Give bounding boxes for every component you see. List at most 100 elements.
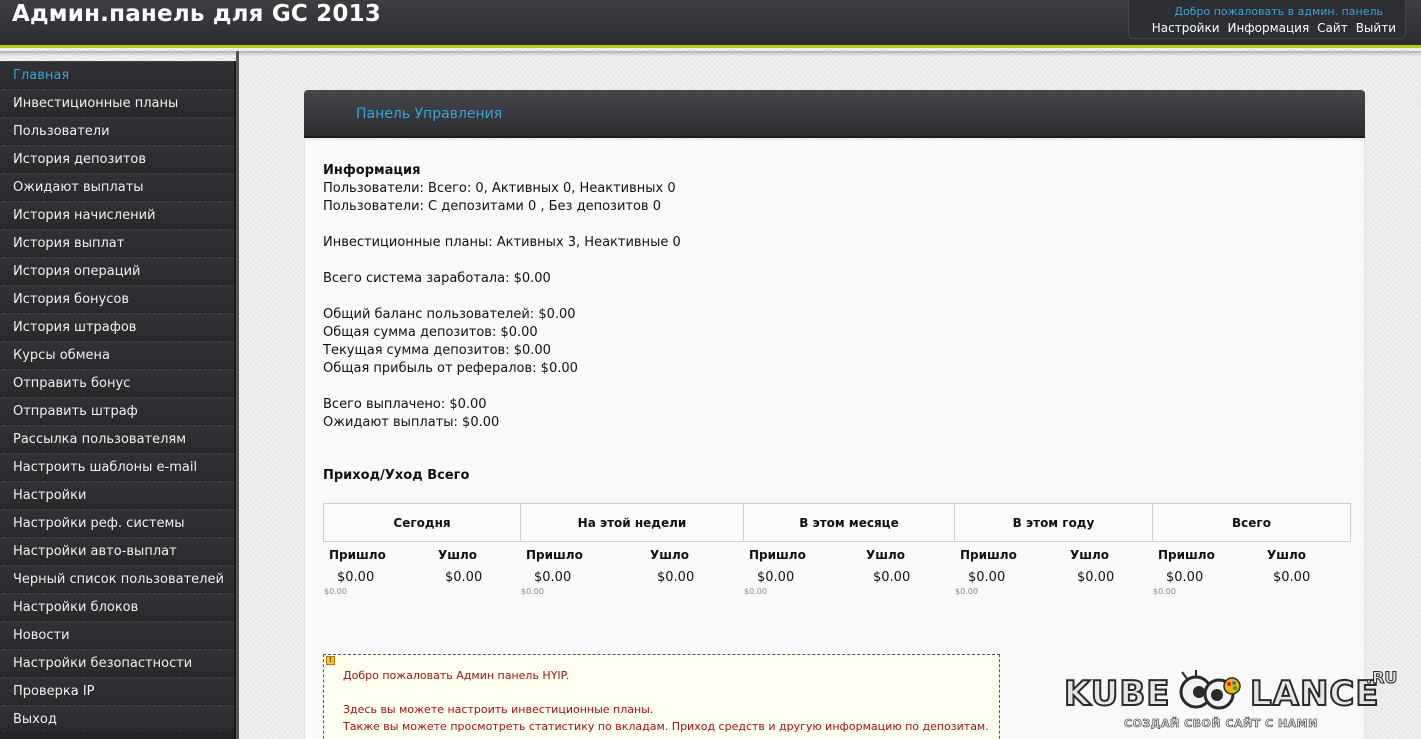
io-cell-today: Пришло Ушло $0.00 $0.00 $0.00	[323, 541, 520, 601]
io-out-value: $0.00	[873, 570, 911, 585]
top-links: Настройки Информация Сайт Выйти	[1152, 21, 1396, 35]
welcome-notice: ! Добро пожаловать Админ панель HYIP. Зд…	[323, 654, 1000, 739]
notice-line: Здесь вы можете настроить инвестиционные…	[343, 703, 654, 716]
sidebar-item-operation-history[interactable]: История операций	[0, 257, 234, 285]
panel-body: Информация Пользователи: Всего: 0, Актив…	[304, 140, 1365, 739]
panel-title: Панель Управления	[356, 106, 503, 122]
sidebar-item-security-settings[interactable]: Настройки безопастности	[0, 649, 234, 677]
io-period-week: На этой недели	[520, 503, 744, 542]
user-box: Добро пожаловать в админ. панель Настрой…	[1128, 0, 1406, 39]
sidebar-item-deposit-history[interactable]: История депозитов	[0, 145, 234, 173]
sidebar-item-send-bonus[interactable]: Отправить бонус	[0, 369, 234, 397]
io-net-value: $0.00	[744, 587, 767, 596]
io-out-label: Ушло	[866, 548, 906, 562]
info-line: Пользователи: С депозитами 0 , Без депоз…	[323, 199, 661, 214]
header-bar: Админ.панель для GC 2013 Добро пожаловат…	[0, 0, 1421, 48]
mascot-icon	[1179, 670, 1241, 710]
io-cell-month: Пришло Ушло $0.00 $0.00 $0.00	[743, 541, 954, 601]
info-block: Информация Пользователи: Всего: 0, Актив…	[323, 162, 681, 432]
io-out-value: $0.00	[657, 570, 695, 585]
watermark-kube: KUBE	[1063, 673, 1171, 715]
sidebar-item-user-mailing[interactable]: Рассылка пользователям	[0, 425, 234, 453]
info-line: Инвестиционные планы: Активных 3, Неакти…	[323, 235, 681, 250]
io-out-value: $0.00	[1077, 570, 1115, 585]
top-link-site[interactable]: Сайт	[1317, 21, 1348, 35]
sidebar-edge	[236, 51, 239, 739]
io-out-value: $0.00	[1273, 570, 1311, 585]
io-out-label: Ушло	[438, 548, 478, 562]
io-net-value: $0.00	[324, 587, 347, 596]
sidebar-item-block-settings[interactable]: Настройки блоков	[0, 593, 234, 621]
notice-line: Также вы можете просмотреть статистику п…	[343, 720, 989, 733]
notice-line: Добро пожаловать Админ панель HYIP.	[343, 669, 570, 682]
watermark-tagline: СОЗДАЙ СВОЙ САЙТ С НАМИ	[1124, 717, 1318, 731]
io-in-value: $0.00	[1166, 570, 1204, 585]
io-table: Сегодня На этой недели В этом месяце В э…	[323, 503, 1351, 542]
sidebar-item-users[interactable]: Пользователи	[0, 117, 234, 145]
top-link-settings[interactable]: Настройки	[1152, 21, 1220, 35]
info-heading: Информация	[323, 163, 421, 178]
notice-spacer	[343, 684, 989, 701]
sidebar-item-logout[interactable]: Выход	[0, 705, 234, 733]
sidebar-item-payout-history[interactable]: История выплат	[0, 229, 234, 257]
io-in-label: Пришло	[329, 548, 386, 562]
info-line: Всего система заработала: $0.00	[323, 271, 551, 286]
info-line: Общий баланс пользователей: $0.00	[323, 307, 576, 322]
io-in-value: $0.00	[757, 570, 795, 585]
panel-header: Панель Управления	[304, 90, 1365, 138]
io-period-total: Всего	[1152, 503, 1351, 542]
header-shadow	[0, 51, 1421, 56]
io-period-month: В этом месяце	[743, 503, 955, 542]
info-line: Общая сумма депозитов: $0.00	[323, 325, 538, 340]
io-period-today: Сегодня	[323, 503, 521, 542]
io-cell-year: Пришло Ушло $0.00 $0.00 $0.00	[954, 541, 1152, 601]
io-in-label: Пришло	[1158, 548, 1215, 562]
sidebar-item-home[interactable]: Главная	[0, 61, 234, 89]
watermark-ru: .RU	[1365, 668, 1398, 688]
io-in-label: Пришло	[960, 548, 1017, 562]
sidebar-item-ip-check[interactable]: Проверка IP	[0, 677, 234, 705]
io-period-year: В этом году	[954, 503, 1153, 542]
watermark-lance: LANCE	[1249, 673, 1380, 715]
io-net-value: $0.00	[955, 587, 978, 596]
sidebar-item-accrual-history[interactable]: История начислений	[0, 201, 234, 229]
site-title: Админ.панель для GC 2013	[12, 1, 381, 27]
sidebar-item-email-templates[interactable]: Настроить шаблоны e-mail	[0, 453, 234, 481]
io-net-value: $0.00	[1153, 587, 1176, 596]
io-heading: Приход/Уход Всего	[323, 468, 470, 483]
sidebar-item-referral-settings[interactable]: Настройки реф. системы	[0, 509, 234, 537]
info-line: Всего выплачено: $0.00	[323, 397, 487, 412]
sidebar-nav: Главная Инвестиционные планы Пользовател…	[0, 61, 236, 739]
sidebar-item-penalty-history[interactable]: История штрафов	[0, 313, 234, 341]
top-link-info[interactable]: Информация	[1228, 21, 1310, 35]
io-in-label: Пришло	[526, 548, 583, 562]
kubelance-watermark: KUBE LANCE .RU СОЗДАЙ СВОЙ САЙТ С НАМИ	[1063, 666, 1404, 736]
sidebar-item-autopayout-settings[interactable]: Настройки авто-выплат	[0, 537, 234, 565]
io-net-value: $0.00	[521, 587, 544, 596]
sidebar-item-settings[interactable]: Настройки	[0, 481, 234, 509]
io-in-value: $0.00	[337, 570, 375, 585]
sidebar-item-news[interactable]: Новости	[0, 621, 234, 649]
sidebar-item-send-penalty[interactable]: Отправить штраф	[0, 397, 234, 425]
notice-text: Добро пожаловать Админ панель HYIP. Здес…	[343, 667, 989, 735]
info-line: Ожидают выплаты: $0.00	[323, 415, 500, 430]
io-out-label: Ушло	[650, 548, 690, 562]
io-values: Пришло Ушло $0.00 $0.00 $0.00 Пришло Ушл…	[323, 541, 1350, 601]
info-line: Пользователи: Всего: 0, Активных 0, Неак…	[323, 181, 676, 196]
sidebar-item-bonus-history[interactable]: История бонусов	[0, 285, 234, 313]
io-in-value: $0.00	[968, 570, 1006, 585]
io-in-label: Пришло	[749, 548, 806, 562]
warning-icon: !	[326, 656, 335, 665]
sidebar-item-investment-plans[interactable]: Инвестиционные планы	[0, 89, 234, 117]
info-line: Общая прибыль от рефералов: $0.00	[323, 361, 578, 376]
sidebar-item-exchange-rates[interactable]: Курсы обмена	[0, 341, 234, 369]
io-out-label: Ушло	[1267, 548, 1307, 562]
io-out-value: $0.00	[445, 570, 483, 585]
top-link-logout[interactable]: Выйти	[1356, 21, 1396, 35]
sidebar-item-blacklist[interactable]: Черный список пользователей	[0, 565, 234, 593]
sidebar-item-pending-payouts[interactable]: Ожидают выплаты	[0, 173, 234, 201]
